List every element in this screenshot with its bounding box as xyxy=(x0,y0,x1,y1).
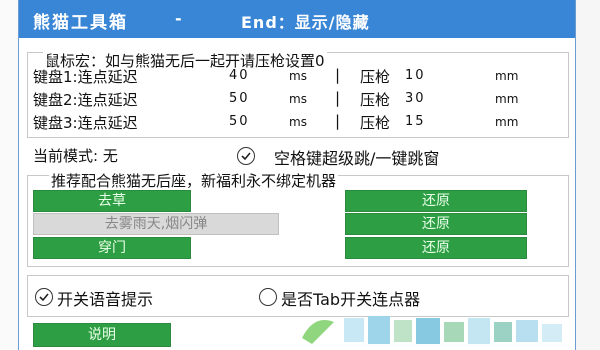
hotkey-hint: End：显示/隐藏 xyxy=(241,13,370,32)
key2-delay-input[interactable]: 50 xyxy=(229,91,250,106)
key2-recoil-input[interactable]: 30 xyxy=(405,91,426,106)
tab-toggle-radio[interactable] xyxy=(259,288,277,306)
key3-separator: | xyxy=(335,112,341,130)
key3-delay-unit: ms xyxy=(289,115,307,129)
tool-window: 熊猫工具箱 - End：显示/隐藏 鼠标宏：如与熊猫无后一起开请压枪设置0 键盘… xyxy=(18,0,576,350)
restore-wall-button[interactable]: 还原 xyxy=(345,237,527,259)
key2-delay-unit: ms xyxy=(289,92,307,106)
key2-separator: | xyxy=(335,89,341,107)
check-mark-icon xyxy=(241,152,251,161)
key3-recoil-label: 压枪 xyxy=(360,114,391,132)
help-button[interactable]: 说明 xyxy=(33,323,171,347)
key1-delay-input[interactable]: 40 xyxy=(229,68,250,83)
recommend-text: 推荐配合熊猫无后座，新福利永不绑定机器 xyxy=(49,170,339,191)
key2-label: 键盘2:连点延迟 xyxy=(33,91,138,109)
voice-checkbox[interactable] xyxy=(35,288,53,306)
key1-recoil-input[interactable]: 10 xyxy=(405,68,426,83)
key3-recoil-unit: mm xyxy=(495,115,519,129)
key3-recoil-input[interactable]: 15 xyxy=(405,114,426,129)
jump-checkbox[interactable] xyxy=(237,147,255,165)
key1-recoil-label: 压枪 xyxy=(360,68,391,86)
tab-toggle-label[interactable]: 是否Tab开关连点器 xyxy=(281,286,420,310)
voice-option-label[interactable]: 开关语音提示 xyxy=(57,286,153,310)
key2-recoil-unit: mm xyxy=(495,92,519,106)
window-title: 熊猫工具箱 xyxy=(33,13,128,33)
wall-through-button[interactable]: 穿门 xyxy=(33,237,191,259)
key1-label: 键盘1:连点延迟 xyxy=(33,68,138,86)
right-margin xyxy=(575,0,600,350)
key3-label: 键盘3:连点延迟 xyxy=(33,114,138,132)
title-bar[interactable]: 熊猫工具箱 - End：显示/隐藏 xyxy=(19,0,575,38)
check-mark-icon xyxy=(39,293,49,302)
key1-separator: | xyxy=(335,66,341,84)
restore-fog-button[interactable]: 还原 xyxy=(345,213,527,235)
key1-delay-unit: ms xyxy=(289,69,307,83)
key1-recoil-unit: mm xyxy=(495,69,519,83)
left-margin xyxy=(0,0,18,350)
remove-grass-button[interactable]: 去草 xyxy=(33,190,191,212)
watermark-logo xyxy=(302,316,562,344)
jump-option-label[interactable]: 空格键超级跳/一键跳窗 xyxy=(274,145,439,169)
current-mode-label: 当前模式: 无 xyxy=(33,147,118,165)
key3-delay-input[interactable]: 50 xyxy=(229,114,250,129)
title-separator: - xyxy=(175,9,182,28)
key2-recoil-label: 压枪 xyxy=(360,91,391,109)
remove-fog-button[interactable]: 去雾雨天,烟闪弹 xyxy=(33,213,279,235)
restore-grass-button[interactable]: 还原 xyxy=(345,190,527,212)
